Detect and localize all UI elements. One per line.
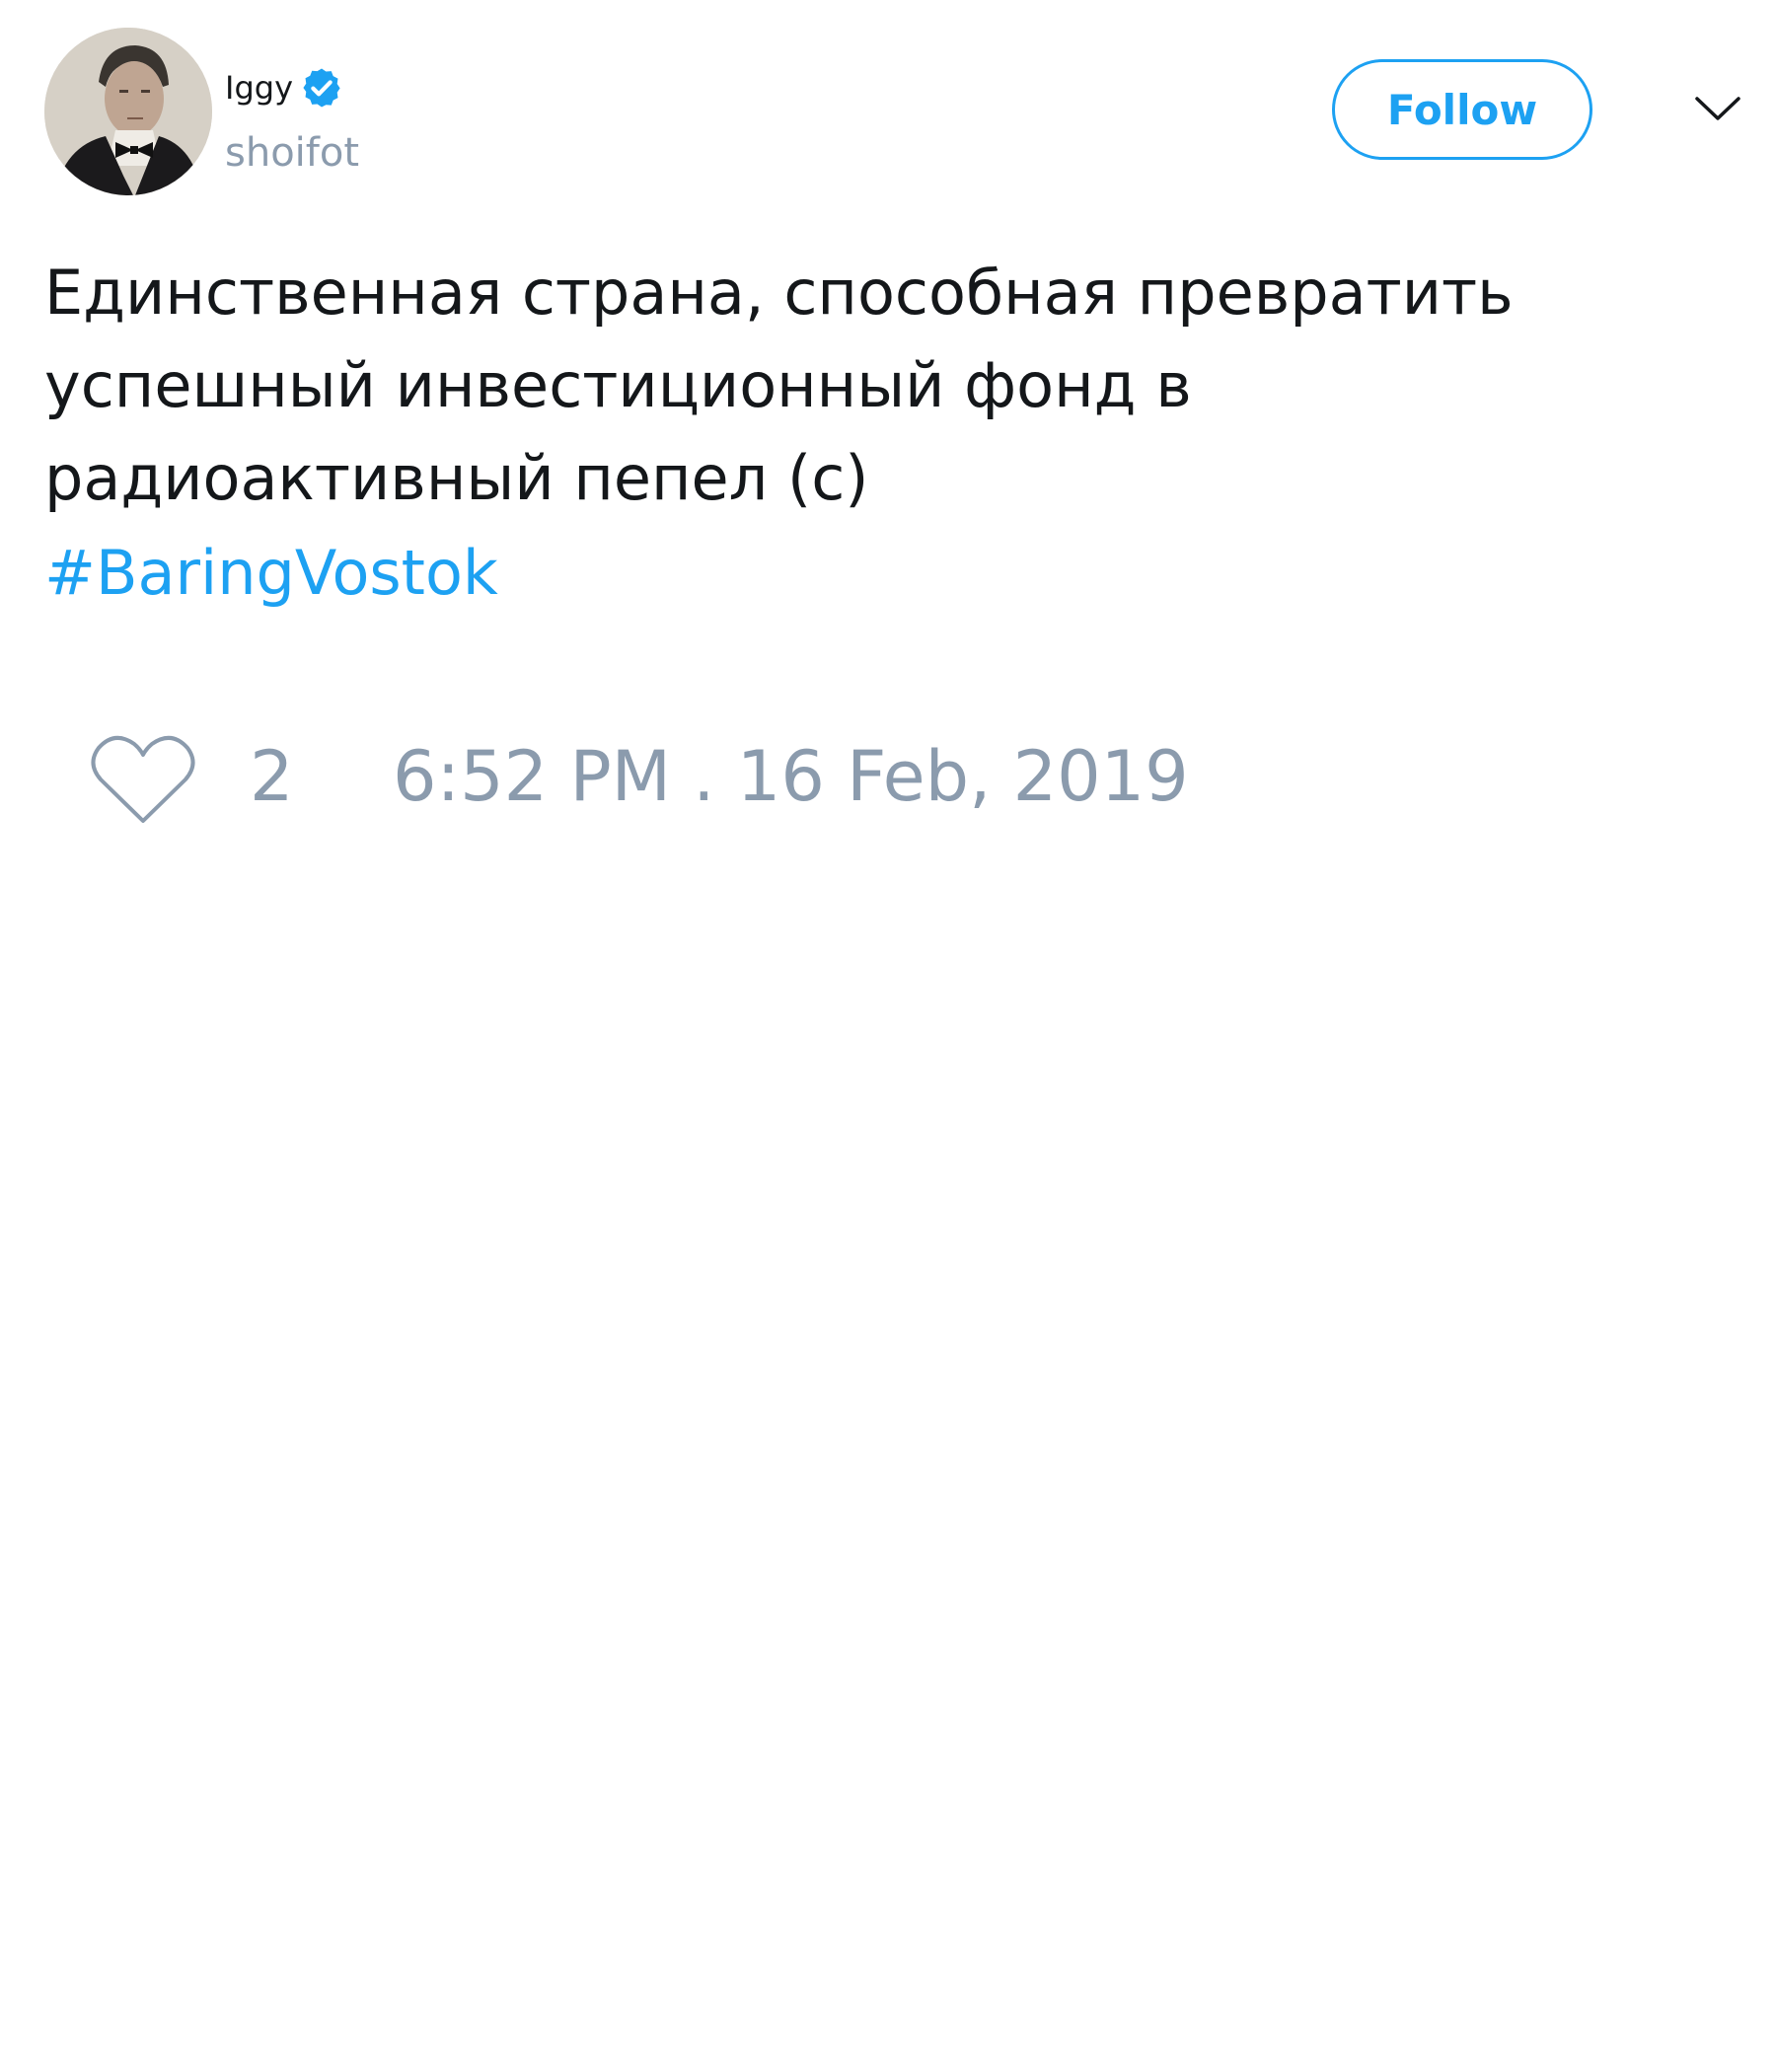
verified-badge-icon	[299, 65, 344, 111]
author-display-name[interactable]: Iggy	[225, 68, 293, 108]
tweet-text: Единственная страна, способная превратит…	[44, 257, 1514, 514]
author-handle[interactable]: shoifot	[225, 128, 359, 178]
hashtag-link[interactable]: #BaringVostok	[44, 527, 498, 620]
profile-photo	[44, 28, 212, 195]
follow-button[interactable]: Follow	[1332, 59, 1592, 160]
like-count: 2	[250, 736, 294, 817]
heart-icon[interactable]	[89, 730, 197, 829]
chevron-down-icon[interactable]	[1693, 89, 1742, 128]
avatar[interactable]	[44, 28, 212, 195]
tweet-timestamp[interactable]: 6:52 PM . 16 Feb, 2019	[393, 734, 1189, 819]
author-display-name-row: Iggy	[225, 65, 344, 111]
